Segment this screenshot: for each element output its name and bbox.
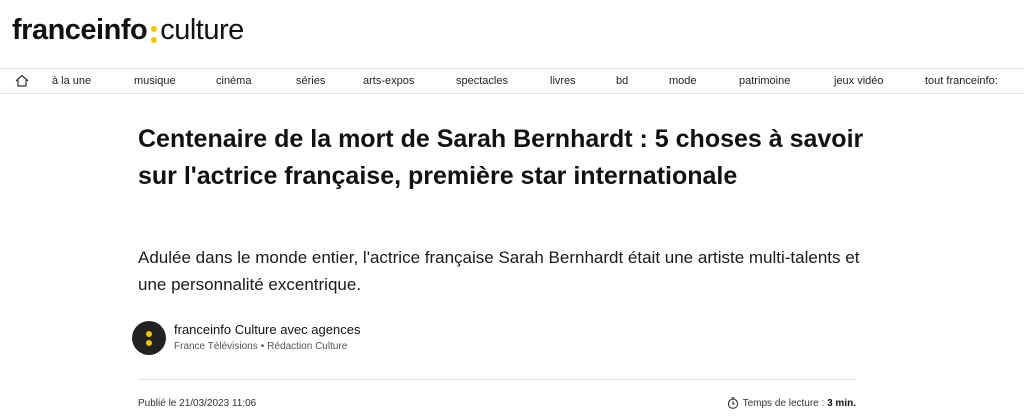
author-org-line: France Télévisions • Rédaction Culture [174, 340, 360, 354]
author-name[interactable]: franceinfo Culture avec agences [174, 322, 360, 338]
org-separator: • [260, 341, 265, 352]
nav-item-arts-expos[interactable]: arts-expos [363, 74, 414, 88]
nav-item-patrimoine[interactable]: patrimoine [739, 74, 790, 88]
nav-item-tout-franceinfo[interactable]: tout franceinfo: [925, 74, 998, 88]
nav-item-cinema[interactable]: cinéma [216, 74, 251, 88]
reading-time: Temps de lecture : 3 min. [727, 397, 856, 409]
author-block: franceinfo Culture avec agences France T… [132, 320, 360, 356]
logo-colon [150, 12, 158, 48]
published-date: Publié le 21/03/2023 11:06 [138, 398, 257, 409]
nav-item-musique[interactable]: musique [134, 74, 176, 88]
nav-item-jeux-video[interactable]: jeux vidéo [834, 74, 884, 88]
article-title: Centenaire de la mort de Sarah Bernhardt… [138, 125, 864, 190]
nav-item-spectacles[interactable]: spectacles [456, 74, 508, 88]
nav-item-livres[interactable]: livres [550, 74, 576, 88]
author-avatar [132, 321, 166, 355]
nav-item-series[interactable]: séries [296, 74, 325, 88]
article-lede: Adulée dans le monde entier, l'actrice f… [138, 248, 860, 294]
site-logo[interactable]: franceinfo culture [12, 12, 244, 48]
logo-brand: franceinfo [12, 14, 148, 46]
section-nav: à la une musique cinéma séries arts-expo… [0, 68, 1024, 94]
home-icon[interactable] [14, 73, 30, 89]
nav-item-a-la-une[interactable]: à la une [52, 74, 91, 88]
meta-divider [138, 379, 856, 380]
reading-label: Temps de lecture : [742, 397, 825, 409]
reading-value: 3 min. [827, 397, 856, 409]
author-org: France Télévisions [174, 341, 258, 352]
nav-item-bd[interactable]: bd [616, 74, 628, 88]
author-dept: Rédaction Culture [267, 341, 348, 352]
timer-icon [727, 397, 738, 409]
nav-item-mode[interactable]: mode [669, 74, 697, 88]
logo-section: culture [160, 14, 244, 46]
